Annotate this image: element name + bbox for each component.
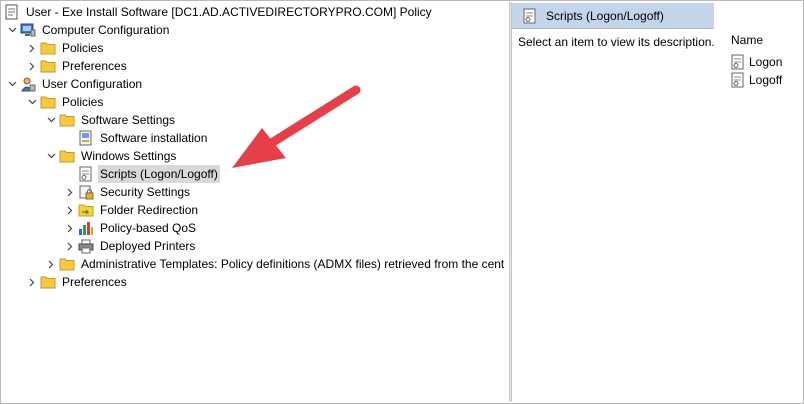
tree-node-uc-preferences[interactable]: Preferences [24,273,129,291]
folder-icon [40,58,56,74]
software-installation-icon [78,130,94,146]
chevron-down-icon[interactable] [4,21,20,39]
tree-node-policy-qos-label: Policy-based QoS [100,221,197,235]
folder-icon [40,94,56,110]
script-icon [730,72,746,88]
tree-node-deployed-printers-label: Deployed Printers [100,239,196,253]
bar-chart-icon [78,220,94,236]
tree-node-cc-preferences-label: Preferences [62,59,127,73]
tree-node-windows-settings-label: Windows Settings [81,149,177,163]
chevron-right-icon[interactable] [62,183,78,201]
chevron-right-icon[interactable] [24,39,40,57]
tree-node-policy-qos[interactable]: Policy-based QoS [62,219,198,237]
tree-node-root-label: User - Exe Install Software [DC1.AD.ACTI… [26,5,432,19]
chevron-down-icon[interactable] [4,75,20,93]
console-tree: User - Exe Install Software [DC1.AD.ACTI… [2,2,509,402]
tree-node-folder-redirection-label: Folder Redirection [100,203,199,217]
chevron-right-icon[interactable] [24,57,40,75]
details-header-title: Scripts (Logon/Logoff) [546,8,664,23]
script-icon [730,54,746,70]
tree-node-software-installation[interactable]: Software installation [78,129,209,147]
tree-node-user-configuration[interactable]: User Configuration [4,75,144,93]
tree-node-admin-templates[interactable]: Administrative Templates: Policy definit… [43,255,506,273]
tree-node-uc-preferences-label: Preferences [62,275,127,289]
tree-node-uc-policies-label: Policies [62,95,104,109]
tree-node-computer-configuration[interactable]: Computer Configuration [4,21,171,39]
chevron-down-icon[interactable] [43,147,59,165]
tree-node-cc-preferences[interactable]: Preferences [24,57,129,75]
list-item-label: Logon [749,55,783,69]
folder-icon [59,148,75,164]
tree-node-software-settings-label: Software Settings [81,113,176,127]
tree-node-user-configuration-label: User Configuration [42,77,143,91]
list-item-logoff[interactable]: Logoff [730,71,782,89]
tree-node-software-installation-label: Software installation [100,131,208,145]
tree-node-admin-templates-label: Administrative Templates: Policy definit… [81,257,505,271]
computer-icon [20,22,36,38]
gpo-editor-window: User - Exe Install Software [DC1.AD.ACTI… [0,0,804,404]
script-icon [522,8,538,24]
user-icon [20,76,36,92]
tree-node-deployed-printers[interactable]: Deployed Printers [62,237,197,255]
folder-icon [40,40,56,56]
folder-icon [59,256,75,272]
tree-node-security-settings-label: Security Settings [100,185,191,199]
tree-node-scripts-label: Scripts (Logon/Logoff) [98,165,220,183]
chevron-right-icon[interactable] [62,219,78,237]
list-item-label: Logoff [749,73,783,87]
chevron-right-icon[interactable] [24,273,40,291]
tree-node-computer-configuration-label: Computer Configuration [42,23,170,37]
column-header-name[interactable]: Name [731,33,763,47]
tree-node-cc-policies[interactable]: Policies [24,39,105,57]
tree-node-scripts[interactable]: Scripts (Logon/Logoff) [78,165,220,183]
printer-icon [78,238,94,254]
tree-node-folder-redirection[interactable]: Folder Redirection [62,201,200,219]
tree-node-security-settings[interactable]: Security Settings [62,183,192,201]
tree-node-cc-policies-label: Policies [62,41,104,55]
folder-icon [59,112,75,128]
security-lock-icon [78,184,94,200]
chevron-right-icon[interactable] [62,201,78,219]
tree-node-uc-policies[interactable]: Policies [24,93,105,111]
chevron-right-icon[interactable] [62,237,78,255]
tree-node-software-settings[interactable]: Software Settings [43,111,177,129]
description-text: Select an item to view its description. [518,35,715,49]
tree-node-windows-settings[interactable]: Windows Settings [43,147,178,165]
script-icon [78,166,94,182]
list-item-logon[interactable]: Logon [730,53,782,71]
details-header: Scripts (Logon/Logoff) [512,3,714,29]
folder-icon [40,274,56,290]
details-pane: Scripts (Logon/Logoff) Select an item to… [512,2,803,402]
folder-redirection-icon [78,202,94,218]
policy-document-icon [4,4,20,20]
chevron-down-icon[interactable] [43,111,59,129]
chevron-down-icon[interactable] [24,93,40,111]
chevron-right-icon[interactable] [43,255,59,273]
tree-node-root[interactable]: User - Exe Install Software [DC1.AD.ACTI… [4,3,434,21]
